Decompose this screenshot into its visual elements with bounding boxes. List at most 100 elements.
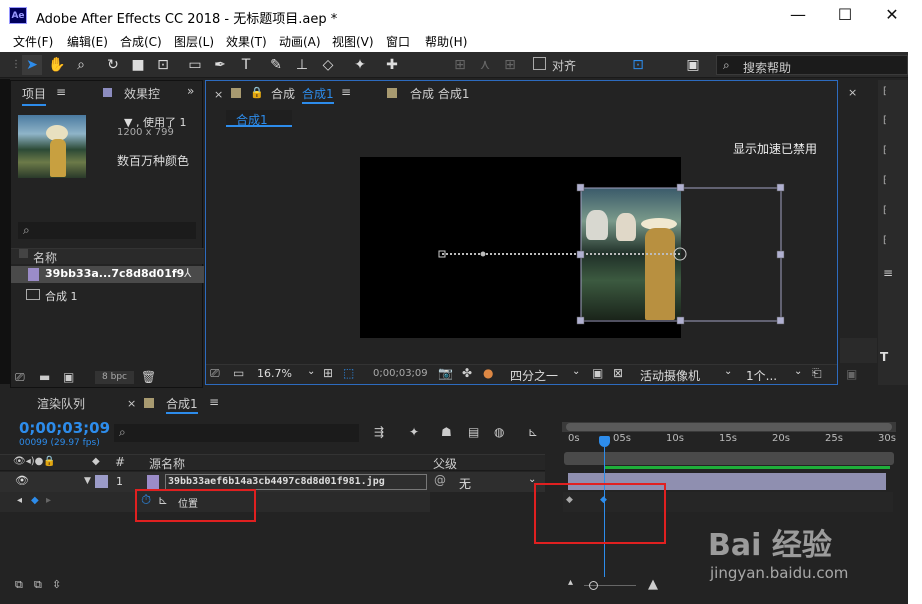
panel-menu-icon[interactable]: ≡ xyxy=(56,85,66,99)
close-button[interactable]: ✕ xyxy=(882,5,902,25)
menu-layer[interactable]: 图层(L) xyxy=(174,33,214,50)
help-search-box[interactable]: ⌕ 搜索帮助 xyxy=(716,55,908,75)
always-preview-icon[interactable]: ⎚ xyxy=(210,366,220,381)
clone-stamp-tool-icon[interactable]: ⊥ xyxy=(292,55,312,75)
trash-icon[interactable]: 🗑 xyxy=(141,370,156,384)
side-tool-icon[interactable]: ⁅ xyxy=(883,115,903,135)
side-tool-icon[interactable]: ⁅ xyxy=(883,145,903,165)
menu-window[interactable]: 窗口 xyxy=(386,33,410,50)
layer-name[interactable]: 39bb33aef6b14a3cb4497c8d8d01f981.jpg xyxy=(165,474,427,490)
workspace-icon[interactable]: ▣ xyxy=(683,55,703,75)
rectangle-tool-icon[interactable]: ▭ xyxy=(185,55,205,75)
tab-effect-controls[interactable]: 效果控 xyxy=(124,85,160,102)
panel-menu-icon[interactable]: ≡ xyxy=(209,395,219,409)
shy-layers-icon[interactable]: ☗ xyxy=(441,425,452,439)
resolution-dropdown[interactable]: 四分之一 ⌄ xyxy=(506,366,586,383)
side-tool-icon[interactable]: ⁅ xyxy=(883,86,903,106)
snap-options-icon[interactable]: ⊡ xyxy=(628,55,648,75)
graph-editor-icon[interactable]: ⊾ xyxy=(528,425,538,439)
brush-tool-icon[interactable]: ✎ xyxy=(266,55,286,75)
footer-icon[interactable]: ▣ xyxy=(846,367,857,381)
roto-brush-tool-icon[interactable]: ✦ xyxy=(350,55,370,75)
monitor-icon[interactable]: ▭ xyxy=(233,366,244,380)
playhead-handle[interactable] xyxy=(599,436,610,447)
project-search-input[interactable]: ⌕ xyxy=(18,222,196,239)
view-axis-icon[interactable]: ⊞ xyxy=(500,55,520,75)
transparency-grid-icon[interactable]: ⊠ xyxy=(613,366,623,380)
color-channel-icon[interactable]: ● xyxy=(483,366,493,380)
next-keyframe-icon[interactable]: ▸ xyxy=(46,495,51,506)
close-tab-icon[interactable]: × xyxy=(848,86,857,99)
panel-menu-icon[interactable]: ≡ xyxy=(883,266,893,280)
layer-label-color[interactable] xyxy=(95,475,108,488)
zoom-slider-handle[interactable] xyxy=(589,581,598,590)
camera-dropdown[interactable]: 活动摄像机 ⌄ xyxy=(634,366,738,383)
zoom-out-icon[interactable]: ▴ xyxy=(568,577,573,588)
visibility-eye-icon[interactable]: 👁 xyxy=(15,474,29,487)
mask-visibility-icon[interactable]: ⬚ xyxy=(343,366,354,380)
show-snapshot-icon[interactable]: ✤ xyxy=(462,366,472,380)
timeline-search-input[interactable]: ⌕ xyxy=(114,424,359,442)
frame-blending-icon[interactable]: ▤ xyxy=(468,425,479,439)
views-dropdown[interactable]: 1个... ⌄ xyxy=(740,366,806,383)
column-parent[interactable]: 父级 xyxy=(433,455,457,472)
new-folder-icon[interactable]: ▬ xyxy=(39,370,50,384)
maximize-button[interactable]: ☐ xyxy=(835,5,855,25)
current-time[interactable]: 0;00;03;09 xyxy=(373,368,428,379)
tab-timeline-comp[interactable]: 合成1 xyxy=(166,395,198,414)
panel-overflow-icon[interactable]: » xyxy=(187,84,194,98)
camera-tool-icon[interactable]: ■ xyxy=(128,55,148,75)
layer-switches-icon[interactable]: ⧉ xyxy=(15,578,23,592)
menu-animation[interactable]: 动画(A) xyxy=(279,33,321,50)
transfer-controls-icon[interactable]: ⧉ xyxy=(34,578,42,592)
interpret-footage-icon[interactable]: ⎚ xyxy=(15,370,25,385)
menu-edit[interactable]: 编辑(E) xyxy=(67,33,108,50)
column-name[interactable]: 名称 xyxy=(33,249,57,266)
rotate-tool-icon[interactable]: ↻ xyxy=(103,55,123,75)
zoom-dropdown[interactable]: 16.7% ⌄ xyxy=(251,366,317,382)
menu-help[interactable]: 帮助(H) xyxy=(425,33,467,50)
roi-icon[interactable]: ▣ xyxy=(592,366,603,380)
pan-behind-tool-icon[interactable]: ⊡ xyxy=(153,55,173,75)
snapshot-icon[interactable]: 📷 xyxy=(438,366,453,380)
list-item[interactable]: 合成 1 xyxy=(11,286,204,303)
minimize-button[interactable]: — xyxy=(788,5,808,25)
in-out-icon[interactable]: ⇳ xyxy=(52,578,61,591)
eraser-tool-icon[interactable]: ◇ xyxy=(318,55,338,75)
comp-mini-flowchart-icon[interactable]: ⇶ xyxy=(374,425,384,439)
puppet-tool-icon[interactable]: ✚ xyxy=(382,55,402,75)
prev-keyframe-icon[interactable]: ◂ xyxy=(17,495,22,506)
work-area-range[interactable] xyxy=(564,452,894,465)
motion-blur-icon[interactable]: ◍ xyxy=(494,425,504,439)
type-tool-icon[interactable]: T xyxy=(236,55,256,75)
reset-exposure-icon[interactable]: ⎗ xyxy=(812,366,822,381)
menu-effect[interactable]: 效果(T) xyxy=(226,33,267,50)
side-tool-icon[interactable]: ⁅ xyxy=(883,235,903,255)
table-row[interactable]: 👁 ▼ 1 39bb33aef6b14a3cb4497c8d8d01f981.j… xyxy=(0,472,545,492)
column-source-name[interactable]: 源名称 xyxy=(149,455,185,472)
grid-guides-icon[interactable]: ⊞ xyxy=(323,366,333,380)
pick-whip-icon[interactable]: @ xyxy=(434,473,446,487)
tab-render-queue[interactable]: 渲染队列 xyxy=(37,395,85,412)
tab-project[interactable]: 项目 xyxy=(22,85,47,106)
menu-file[interactable]: 文件(F) xyxy=(13,33,53,50)
pen-tool-icon[interactable]: ✒ xyxy=(210,55,230,75)
side-tool-icon[interactable]: ⁅ xyxy=(883,175,903,195)
timeline-timecode[interactable]: 0;00;03;09 xyxy=(19,419,110,437)
snap-checkbox[interactable] xyxy=(533,57,546,70)
side-tool-icon[interactable]: ⁅ xyxy=(883,205,903,225)
zoom-in-icon[interactable]: ▲ xyxy=(648,577,658,592)
hand-tool-icon[interactable]: ✋ xyxy=(47,55,67,75)
local-axis-icon[interactable]: ⊞ xyxy=(450,55,470,75)
zoom-tool-icon[interactable]: ⌕ xyxy=(71,55,91,75)
bit-depth-button[interactable]: 8 bpc xyxy=(95,371,134,384)
selection-tool-icon[interactable]: ➤ xyxy=(22,55,42,75)
expand-triangle-icon[interactable]: ▼ xyxy=(84,476,91,486)
world-axis-icon[interactable]: ⋏ xyxy=(475,55,495,75)
draft-3d-icon[interactable]: ✦ xyxy=(409,425,419,439)
text-size-icon[interactable]: T xyxy=(880,350,888,364)
time-ruler[interactable]: 0s 05s 10s 15s 20s 25s 30s xyxy=(568,433,898,447)
new-comp-icon[interactable]: ▣ xyxy=(63,370,74,384)
menu-composition[interactable]: 合成(C) xyxy=(120,33,162,50)
menu-view[interactable]: 视图(V) xyxy=(332,33,374,50)
